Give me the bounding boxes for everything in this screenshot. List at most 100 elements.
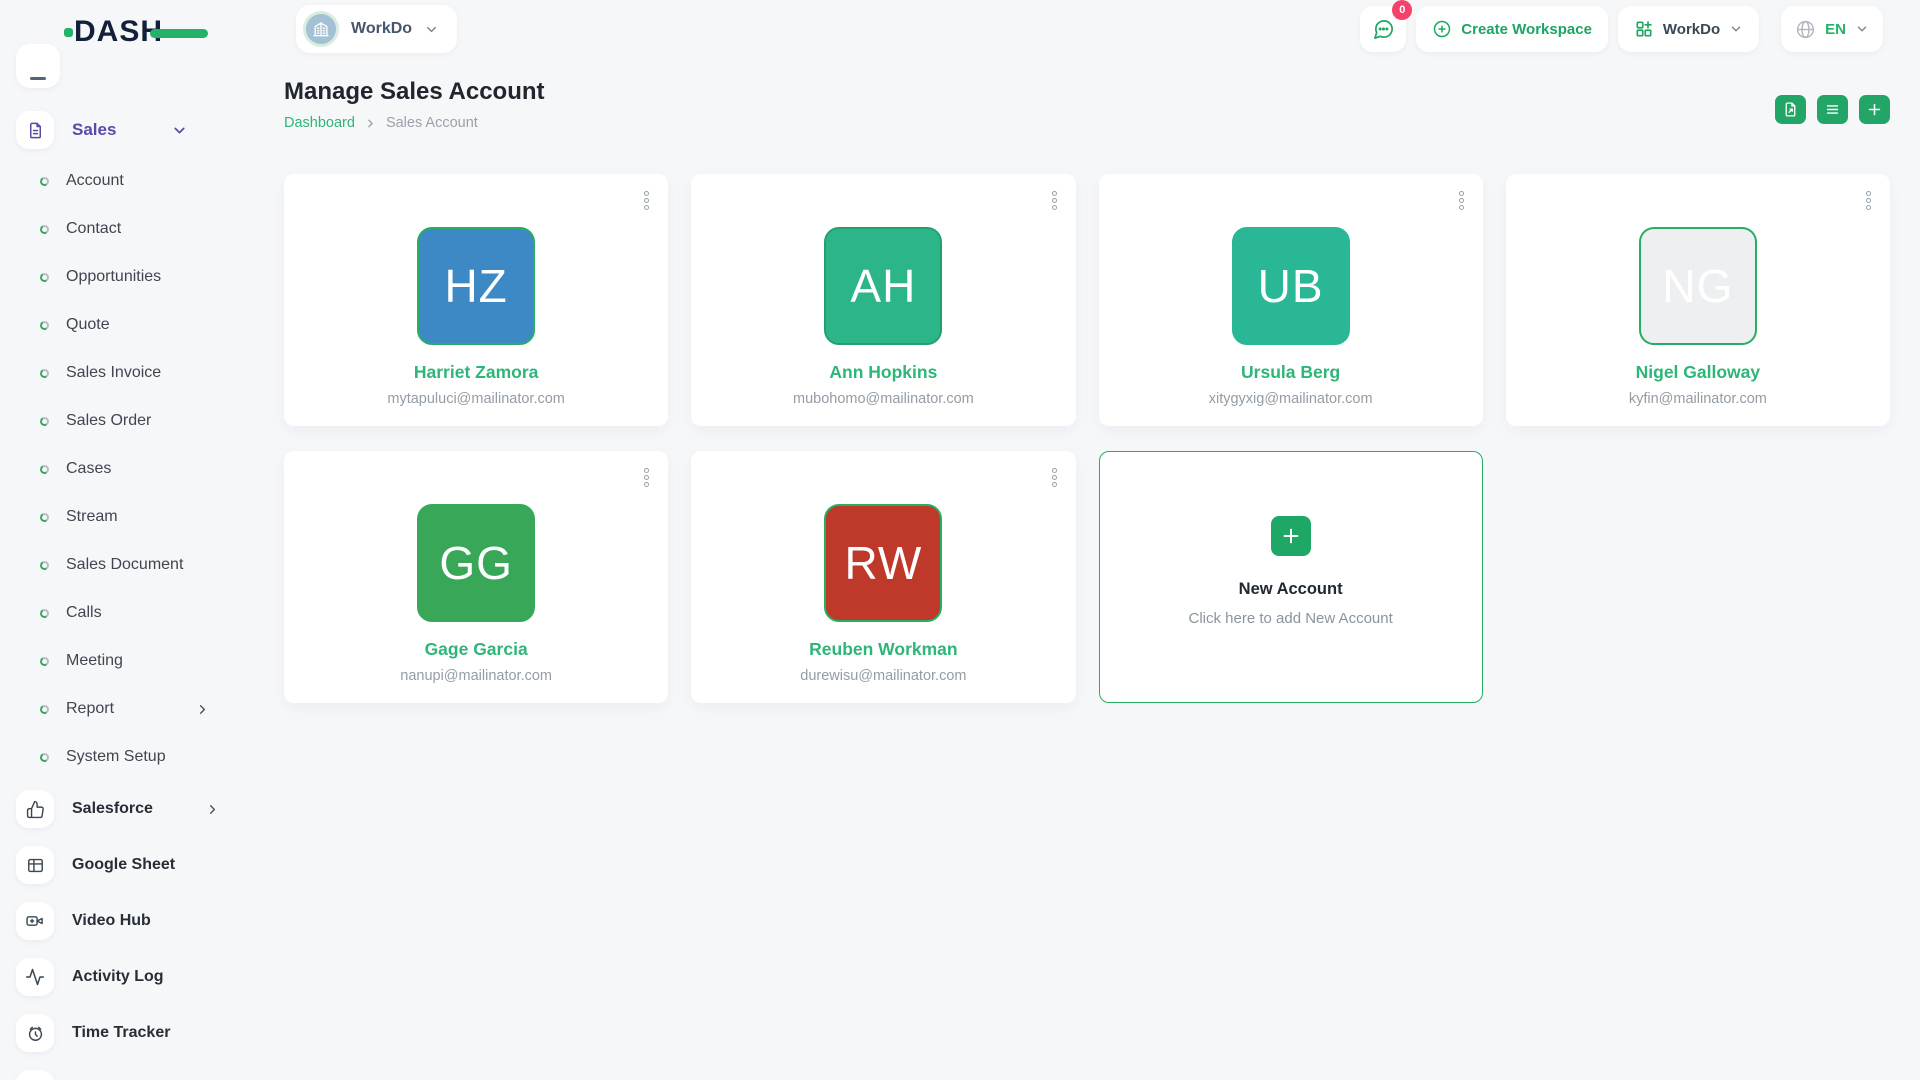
sidebar-subitem-label: Report [66, 700, 178, 718]
sidebar-subitem-system-setup[interactable]: System Setup [0, 733, 252, 781]
workdo-apps-label: WorkDo [1663, 21, 1720, 38]
plus-circle-icon [1432, 19, 1452, 39]
language-selector[interactable]: EN [1781, 6, 1883, 52]
sidebar-subitem-report[interactable]: Report [0, 685, 252, 733]
sidebar-subitem-label: Sales Document [66, 556, 252, 574]
bullet-icon [39, 319, 50, 330]
account-card[interactable]: NG Nigel Galloway kyfin@mailinator.com [1506, 174, 1890, 426]
sidebar-subitem-label: System Setup [66, 748, 252, 766]
account-name-link[interactable]: Reuben Workman [809, 639, 957, 660]
sidebar-subitem-account[interactable]: Account [0, 157, 252, 205]
thumbs-up-icon [16, 790, 54, 828]
sidebar-item-google-sheet[interactable]: Google Sheet [0, 837, 252, 893]
sidebar-item-sales[interactable]: Sales [16, 111, 236, 149]
avatar: UB [1232, 227, 1350, 345]
sidebar-subitem-label: Cases [66, 460, 252, 478]
create-workspace-button[interactable]: Create Workspace [1416, 6, 1608, 52]
grid-plus-icon [1634, 19, 1654, 39]
kebab-menu-icon[interactable] [1862, 187, 1875, 214]
sidebar-subitem-calls[interactable]: Calls [0, 589, 252, 637]
avatar: NG [1639, 227, 1757, 345]
sidebar-subitem-cases[interactable]: Cases [0, 445, 252, 493]
messages-button[interactable]: 0 [1360, 6, 1406, 52]
sidebar-subitem-contact[interactable]: Contact [0, 205, 252, 253]
new-account-subtitle: Click here to add New Account [1188, 610, 1392, 627]
workspace-selector[interactable]: WorkDo [296, 5, 457, 53]
account-email: durewisu@mailinator.com [800, 668, 966, 684]
accounts-grid: HZ Harriet Zamora mytapuluci@mailinator.… [284, 174, 1890, 703]
alarm-icon [16, 1014, 54, 1052]
kebab-menu-icon[interactable] [1048, 187, 1061, 214]
sidebar-apps: Salesforce Google Sheet Video Hub Activi… [0, 781, 252, 1061]
plus-icon [1280, 525, 1302, 547]
chevron-right-icon [195, 702, 210, 717]
account-name-link[interactable]: Nigel Galloway [1636, 362, 1760, 383]
kebab-menu-icon[interactable] [640, 187, 653, 214]
sidebar-subitem-meeting[interactable]: Meeting [0, 637, 252, 685]
avatar: AH [824, 227, 942, 345]
avatar: HZ [417, 227, 535, 345]
sidebar-subitem-opportunities[interactable]: Opportunities [0, 253, 252, 301]
sales-submenu: Account Contact Opportunities Quote Sale… [0, 157, 252, 781]
bullet-icon [39, 511, 50, 522]
sidebar-subitem-label: Sales Order [66, 412, 252, 430]
file-export-button[interactable] [1775, 95, 1806, 124]
account-card[interactable]: HZ Harriet Zamora mytapuluci@mailinator.… [284, 174, 668, 426]
chevron-down-icon [1729, 22, 1743, 36]
avatar: GG [417, 504, 535, 622]
account-name-link[interactable]: Gage Garcia [425, 639, 528, 660]
bullet-icon [39, 607, 50, 618]
page-actions [1775, 95, 1890, 124]
sidebar-subitem-label: Stream [66, 508, 252, 526]
account-email: xitygyxig@mailinator.com [1209, 391, 1373, 407]
building-icon [303, 11, 339, 47]
sidebar-item-video-hub[interactable]: Video Hub [0, 893, 252, 949]
chevron-right-icon [205, 802, 220, 817]
sidebar-subitem-sales-order[interactable]: Sales Order [0, 397, 252, 445]
sidebar-subitem-label: Calls [66, 604, 252, 622]
logo-dash-bar [150, 29, 208, 38]
sidebar-subitem-label: Sales Invoice [66, 364, 252, 382]
kebab-menu-icon[interactable] [1455, 187, 1468, 214]
sidebar-subitem-quote[interactable]: Quote [0, 301, 252, 349]
globe-icon [1795, 19, 1816, 40]
list-button[interactable] [1817, 95, 1848, 124]
bullet-icon [39, 415, 50, 426]
breadcrumb-dashboard-link[interactable]: Dashboard [284, 115, 355, 131]
new-account-card[interactable]: New Account Click here to add New Accoun… [1099, 451, 1483, 703]
sidebar: Sales Account Contact Opportunities Quot… [0, 44, 252, 1080]
sidebar-item-activity-log[interactable]: Activity Log [0, 949, 252, 1005]
bullet-icon [39, 463, 50, 474]
bullet-icon [39, 223, 50, 234]
sidebar-subitem-stream[interactable]: Stream [0, 493, 252, 541]
sidebar-item-time-tracker[interactable]: Time Tracker [0, 1005, 252, 1061]
sidebar-app-label: Time Tracker [72, 1024, 252, 1042]
plus-button[interactable] [1859, 95, 1890, 124]
activity-icon [16, 958, 54, 996]
sidebar-item-salesforce[interactable]: Salesforce [0, 781, 252, 837]
account-card[interactable]: UB Ursula Berg xitygyxig@mailinator.com [1099, 174, 1483, 426]
breadcrumb-current: Sales Account [386, 115, 478, 131]
kebab-menu-icon[interactable] [1048, 464, 1061, 491]
messages-badge: 0 [1392, 0, 1412, 20]
kebab-menu-icon[interactable] [640, 464, 653, 491]
account-card[interactable]: RW Reuben Workman durewisu@mailinator.co… [691, 451, 1075, 703]
account-card[interactable]: AH Ann Hopkins mubohomo@mailinator.com [691, 174, 1075, 426]
topbar-right: 0 Create Workspace Work [1360, 6, 1883, 52]
sidebar-subitem-sales-invoice[interactable]: Sales Invoice [0, 349, 252, 397]
workspace-selector-label: WorkDo [351, 20, 412, 38]
add-account-button[interactable] [1271, 516, 1311, 556]
workdo-apps-menu[interactable]: WorkDo [1618, 6, 1759, 52]
sidebar-item-partial-icon [16, 1070, 54, 1080]
account-name-link[interactable]: Harriet Zamora [414, 362, 539, 383]
account-email: mubohomo@mailinator.com [793, 391, 974, 407]
language-label: EN [1825, 21, 1846, 38]
sidebar-item-partial[interactable] [0, 1061, 252, 1080]
account-name-link[interactable]: Ursula Berg [1241, 362, 1340, 383]
sidebar-subitem-label: Opportunities [66, 268, 252, 286]
account-card[interactable]: GG Gage Garcia nanupi@mailinator.com [284, 451, 668, 703]
sidebar-toggle-button[interactable] [16, 44, 60, 88]
sidebar-subitem-sales-document[interactable]: Sales Document [0, 541, 252, 589]
chevron-right-icon [364, 117, 377, 130]
account-name-link[interactable]: Ann Hopkins [829, 362, 937, 383]
